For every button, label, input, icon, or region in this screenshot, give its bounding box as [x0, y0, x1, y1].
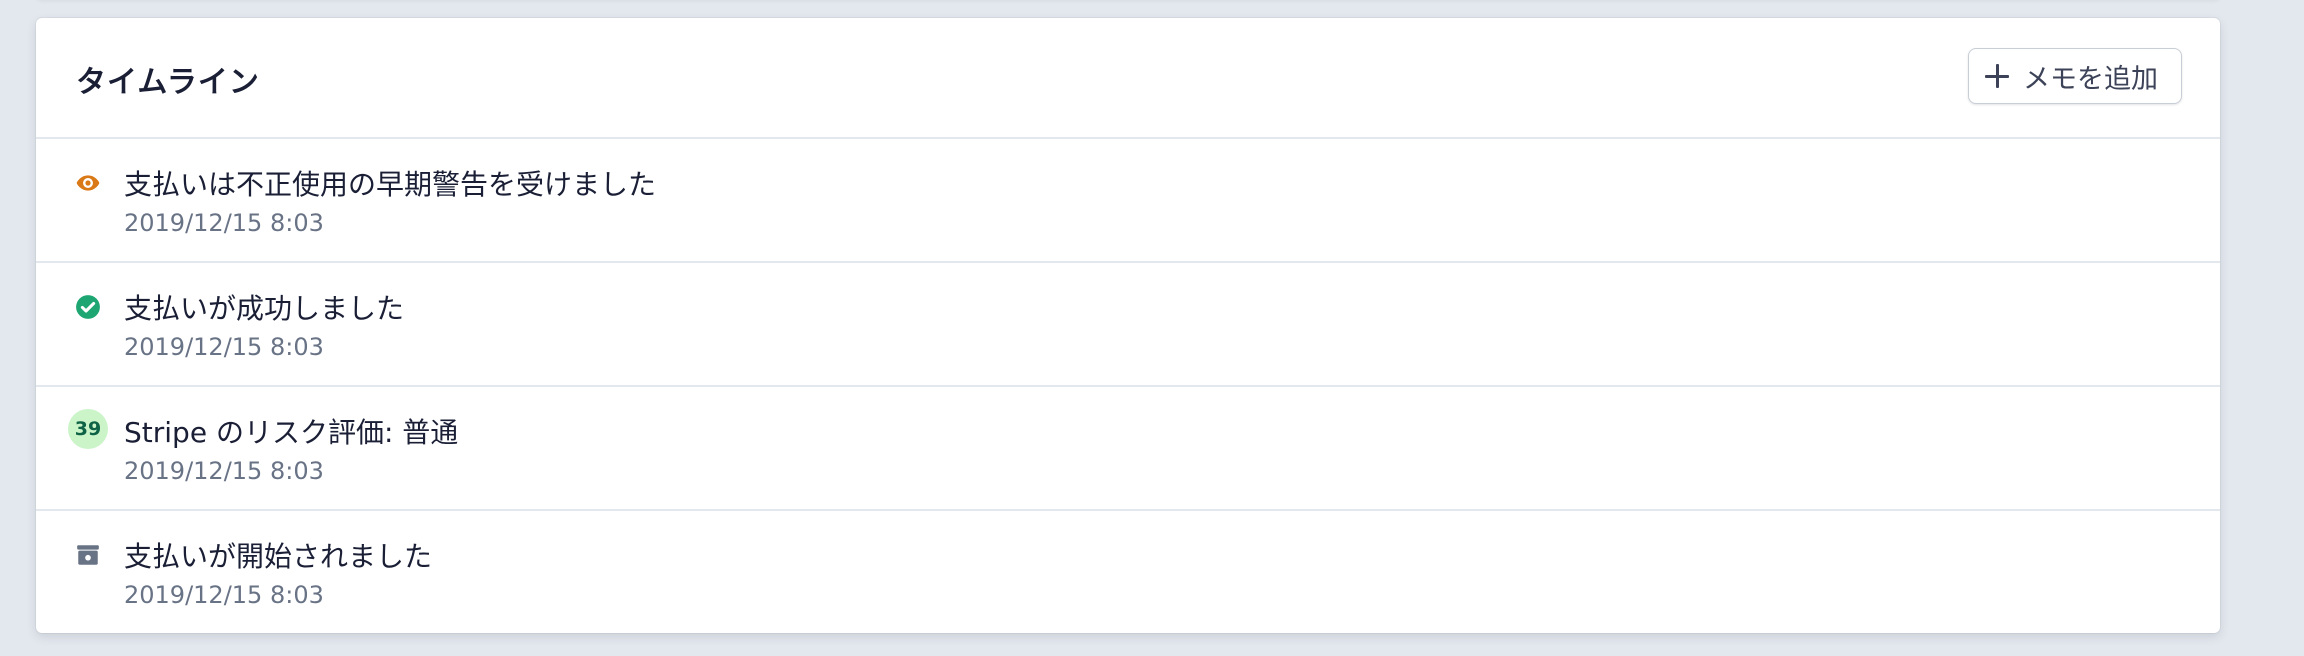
timeline-item-title: Stripe のリスク評価: 普通	[124, 416, 459, 449]
timeline-item-risk-evaluation: 39 Stripe のリスク評価: 普通 2019/12/15 8:03	[36, 387, 2220, 511]
timeline-item-time: 2019/12/15 8:03	[124, 209, 324, 237]
payment-icon	[74, 541, 102, 569]
add-note-label: メモを追加	[2023, 63, 2158, 95]
timeline-item-time: 2019/12/15 8:03	[124, 581, 324, 609]
check-circle-icon	[74, 293, 102, 321]
eye-icon	[74, 169, 102, 197]
timeline-item-title: 支払いが開始されました	[124, 540, 433, 573]
timeline-header: タイムライン メモを追加	[36, 18, 2220, 139]
timeline-item-time: 2019/12/15 8:03	[124, 457, 324, 485]
timeline-item-time: 2019/12/15 8:03	[124, 333, 324, 361]
timeline-item-early-warning: 支払いは不正使用の早期警告を受けました 2019/12/15 8:03	[36, 139, 2220, 263]
timeline-list: 支払いは不正使用の早期警告を受けました 2019/12/15 8:03 支払いが…	[36, 139, 2220, 633]
timeline-item-title: 支払いが成功しました	[124, 292, 405, 325]
timeline-title: タイムライン	[76, 65, 260, 100]
timeline-card: タイムライン メモを追加 支払いは不正使用の早期警告を受けました 2019/12…	[36, 18, 2220, 633]
timeline-item-succeeded: 支払いが成功しました 2019/12/15 8:03	[36, 263, 2220, 387]
plus-icon	[1985, 64, 2009, 88]
timeline-item-title: 支払いは不正使用の早期警告を受けました	[124, 168, 657, 201]
add-note-button[interactable]: メモを追加	[1968, 48, 2182, 104]
risk-score-badge: 39	[68, 409, 108, 449]
timeline-item-started: 支払いが開始されました 2019/12/15 8:03	[36, 511, 2220, 633]
